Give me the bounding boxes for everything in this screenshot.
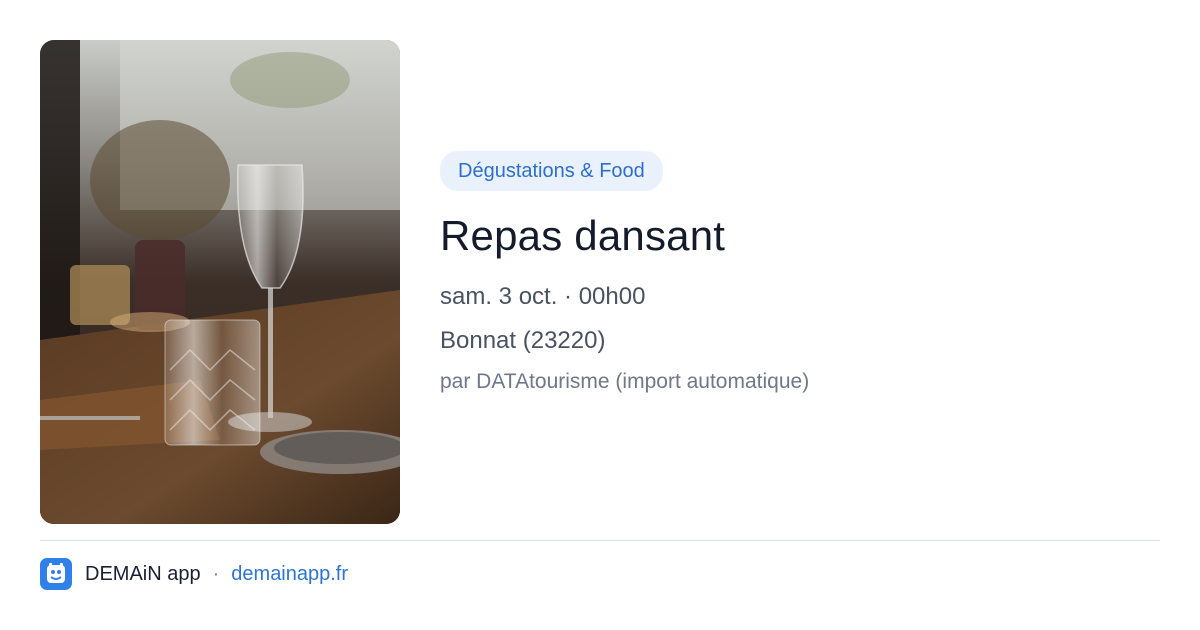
separator: · bbox=[212, 562, 220, 585]
event-date: sam. 3 oct. · 00h00 bbox=[440, 283, 646, 310]
event-source: par DATAtourisme (import automatique) bbox=[440, 370, 810, 393]
restaurant-table-photo bbox=[40, 40, 400, 524]
demain-logo-icon bbox=[40, 558, 72, 590]
app-name: DEMAiN app bbox=[85, 562, 201, 585]
event-image bbox=[40, 40, 400, 524]
event-location: Bonnat (23220) bbox=[440, 327, 606, 354]
app-url-link[interactable]: demainapp.fr bbox=[231, 563, 348, 586]
event-title: Repas dansant bbox=[440, 212, 726, 259]
footer: DEMAiN app · demainapp.fr bbox=[40, 557, 348, 591]
divider bbox=[40, 540, 1160, 541]
category-badge[interactable]: Dégustations & Food bbox=[440, 151, 663, 191]
event-details: Dégustations & Food Repas dansant sam. 3… bbox=[440, 151, 1160, 395]
